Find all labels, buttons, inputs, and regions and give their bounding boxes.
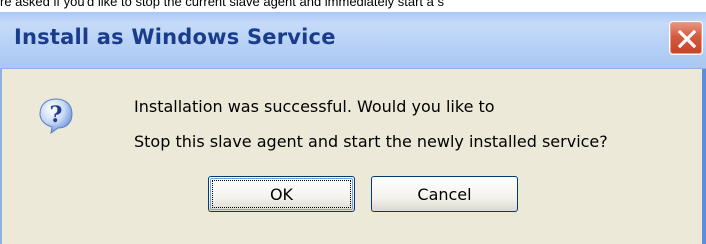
dialog-title: Install as Windows Service bbox=[14, 25, 336, 49]
ok-button[interactable]: OK bbox=[208, 176, 355, 212]
dialog-window: Install as Windows Service ? Installatio… bbox=[0, 12, 706, 244]
message-line-1: Installation was successful. Would you l… bbox=[134, 97, 495, 116]
svg-text:?: ? bbox=[50, 102, 63, 128]
close-icon bbox=[677, 29, 697, 49]
dialog-titlebar[interactable]: Install as Windows Service bbox=[0, 12, 706, 69]
dialog-body: ? Installation was successful. Would you… bbox=[0, 69, 706, 244]
close-button[interactable] bbox=[669, 21, 703, 55]
ok-button-label: OK bbox=[269, 184, 294, 204]
cancel-button-label: Cancel bbox=[417, 184, 472, 204]
cancel-button[interactable]: Cancel bbox=[371, 176, 518, 212]
window-frame-right bbox=[702, 69, 706, 244]
message-line-2: Stop this slave agent and start the newl… bbox=[134, 132, 608, 151]
background-page-text: re asked if you'd like to stop the curre… bbox=[0, 0, 444, 9]
question-icon: ? bbox=[39, 98, 73, 135]
window-frame-left bbox=[0, 69, 2, 244]
